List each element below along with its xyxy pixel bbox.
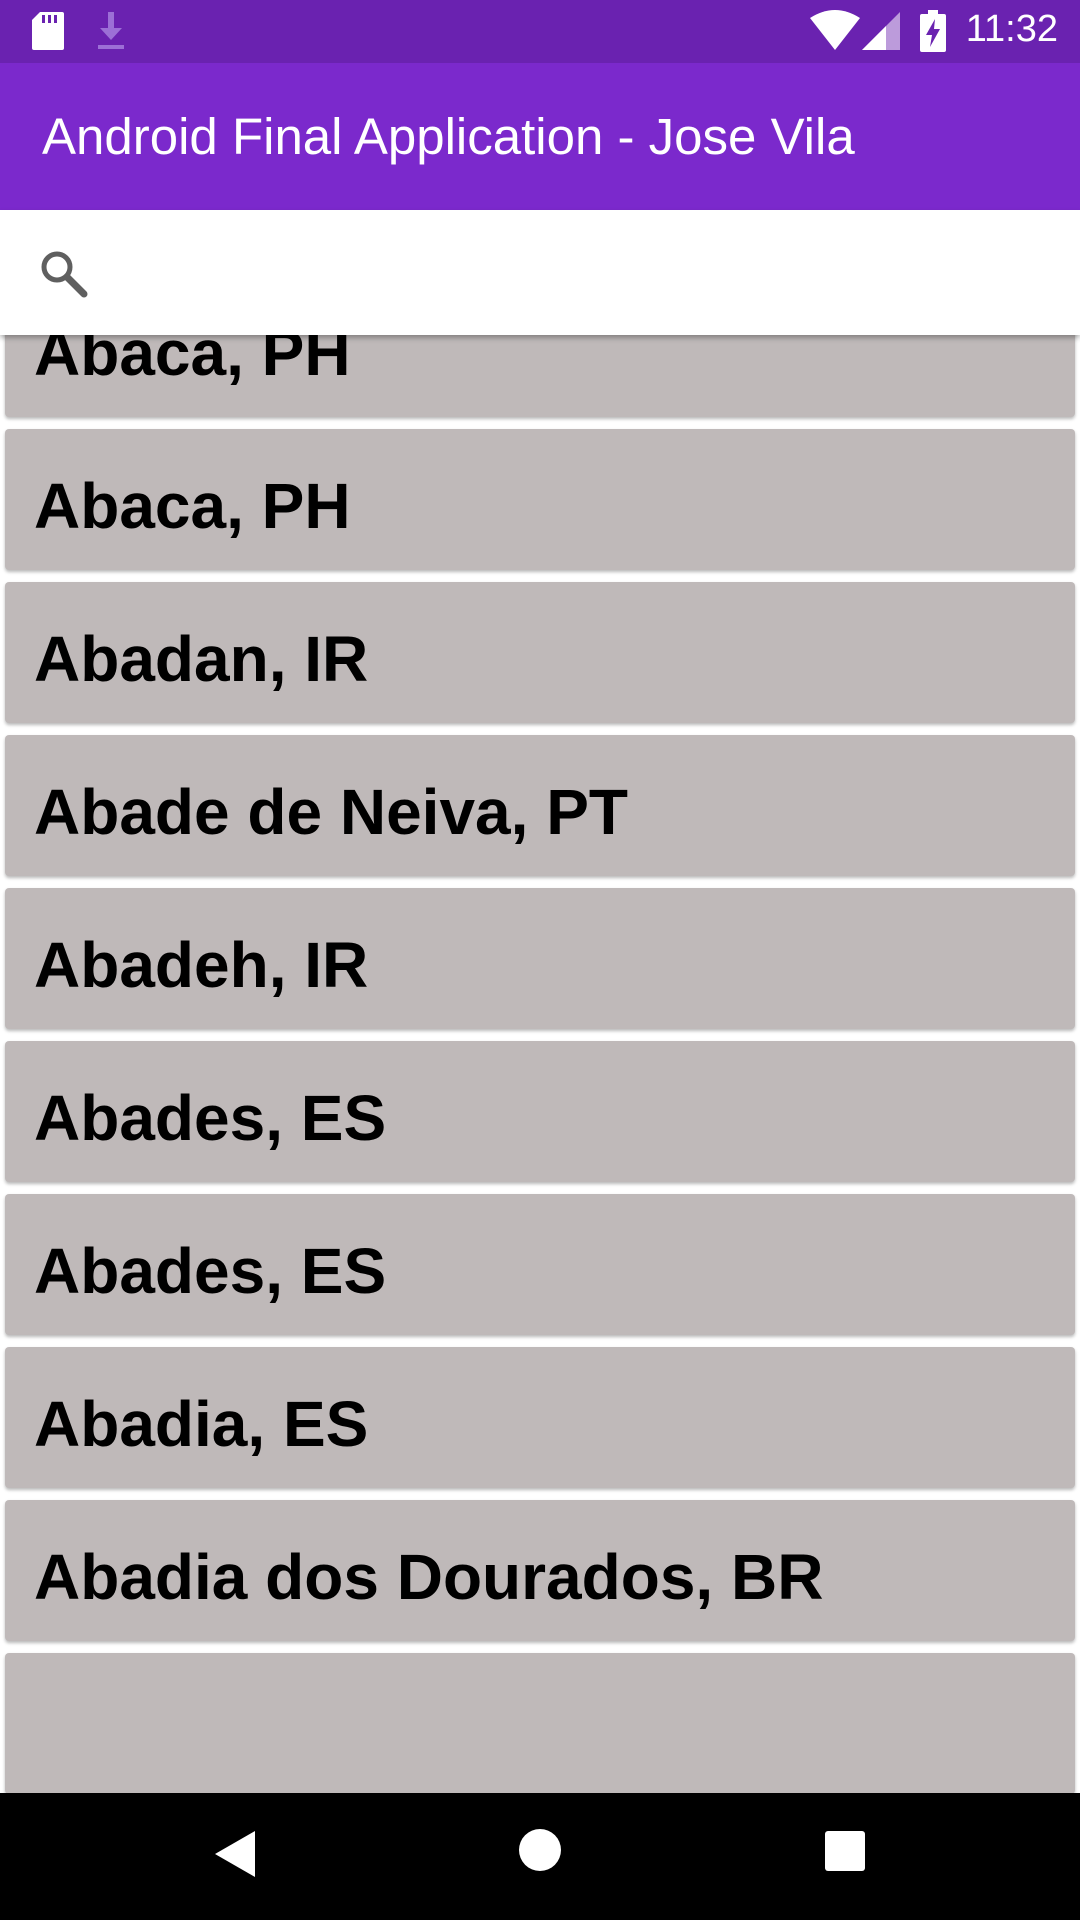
download-icon xyxy=(96,12,126,55)
sd-card-icon xyxy=(32,12,64,55)
list-item-label: Abadia dos Dourados, BR xyxy=(34,1541,824,1613)
list-item-label: Abaca, PH xyxy=(34,470,351,542)
app-title: Android Final Application - Jose Vila xyxy=(42,108,855,165)
list-item[interactable]: Abades, ES xyxy=(5,1041,1075,1182)
list-item-label: Abadeh, IR xyxy=(34,929,369,1001)
list-item[interactable]: Abadia, ES xyxy=(5,1347,1075,1488)
list-item[interactable]: Abade de Neiva, PT xyxy=(5,735,1075,876)
list-item[interactable]: Abadeh, IR xyxy=(5,888,1075,1029)
cell-signal-icon xyxy=(862,12,900,55)
list-item[interactable] xyxy=(5,1653,1075,1793)
wifi-icon xyxy=(810,10,860,55)
city-list[interactable]: Ababuj, ESAbaca, PHAbaca, PHAbadan, IRAb… xyxy=(0,210,1080,1793)
search-input[interactable] xyxy=(110,235,1054,312)
status-time: 11:32 xyxy=(965,8,1058,50)
search-icon[interactable] xyxy=(38,248,88,303)
list-item-label: Abades, ES xyxy=(34,1082,387,1154)
list-item[interactable]: Abades, ES xyxy=(5,1194,1075,1335)
list-item[interactable]: Abaca, PH xyxy=(5,429,1075,570)
status-bar: 11:32 xyxy=(0,0,1080,63)
list-item-label: Abades, ES xyxy=(34,1235,387,1307)
home-icon[interactable] xyxy=(518,1828,562,1877)
navigation-bar xyxy=(0,1793,1080,1920)
app-bar: Android Final Application - Jose Vila xyxy=(0,63,1080,210)
battery-charging-icon xyxy=(920,10,946,57)
search-bar xyxy=(0,210,1080,335)
list-item-label: Abade de Neiva, PT xyxy=(34,776,628,848)
list-item[interactable]: Abadia dos Dourados, BR xyxy=(5,1500,1075,1641)
list-item-label: Abadan, IR xyxy=(34,623,369,695)
list-item[interactable]: Abadan, IR xyxy=(5,582,1075,723)
recents-icon[interactable] xyxy=(824,1830,866,1877)
back-icon[interactable] xyxy=(213,1829,257,1884)
list-item-label: Abadia, ES xyxy=(34,1388,369,1460)
